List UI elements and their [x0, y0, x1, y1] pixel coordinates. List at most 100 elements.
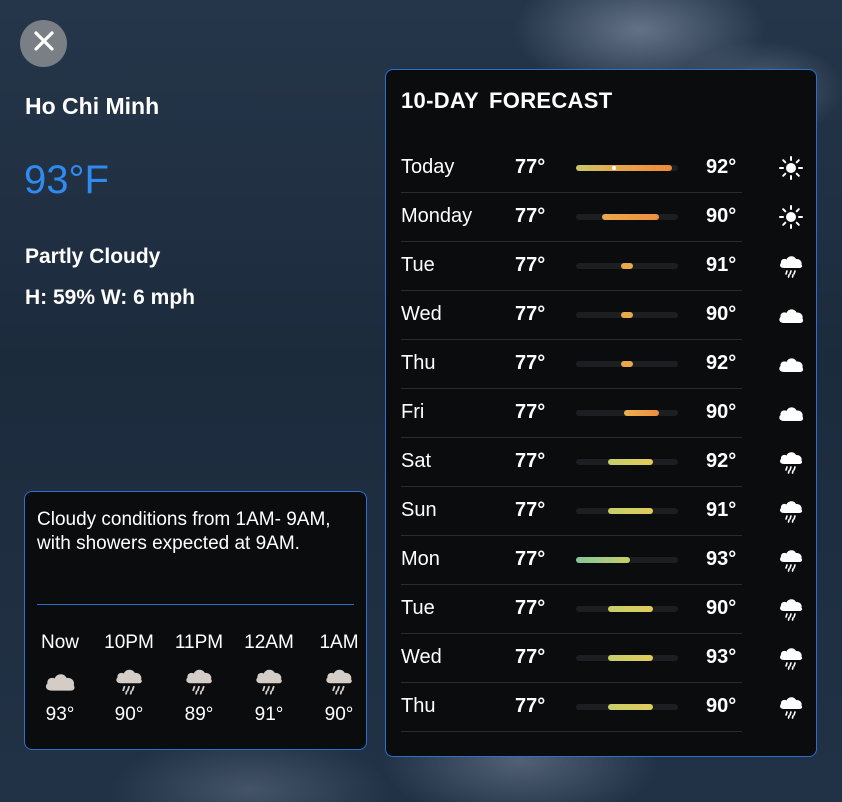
cloud-rain-icon: [309, 664, 369, 698]
hour-label: 10PM: [104, 632, 154, 653]
forecast-row[interactable]: Today 77° 92°: [401, 144, 803, 193]
day-name: Tue: [401, 597, 435, 619]
day-low: 77°: [515, 548, 546, 570]
day-name: Wed: [401, 303, 442, 325]
hour-label: 11PM: [174, 632, 224, 653]
close-button[interactable]: [20, 20, 67, 67]
day-low: 77°: [515, 695, 546, 717]
current-temperature: 93°F: [24, 158, 109, 202]
day-high: 92°: [706, 156, 737, 178]
hour-temp: 90°: [114, 704, 144, 725]
sun-icon: [776, 202, 806, 232]
day-name: Thu: [401, 695, 436, 717]
hour-label: Now: [40, 632, 79, 653]
day-high: 93°: [706, 548, 737, 570]
temperature-range-fill: [607, 508, 653, 514]
temperature-range-fill: [576, 557, 631, 563]
day-name: Monday: [401, 205, 473, 227]
temperature-range-fill: [607, 606, 653, 612]
cloud-rain-icon: [776, 692, 806, 722]
forecast-row[interactable]: Fri 77° 90°: [401, 389, 804, 438]
temperature-range-bar: [576, 459, 678, 465]
hourly-item: 11PM 89°: [169, 632, 229, 726]
hourly-item: 12AM 91°: [239, 632, 299, 726]
day-low: 77°: [515, 254, 546, 276]
day-low: 77°: [515, 499, 546, 521]
day-name: Mon: [401, 548, 440, 570]
hour-temp: 93°: [45, 704, 75, 725]
forecast-row[interactable]: Wed 77° 93°: [401, 634, 803, 683]
cloud-rain-icon: [776, 496, 806, 526]
temperature-range-bar: [576, 557, 678, 563]
cloud-icon: [30, 664, 90, 698]
temperature-range-bar: [576, 361, 678, 367]
day-low: 77°: [515, 156, 546, 178]
divider: [37, 604, 354, 605]
sun-icon: [776, 153, 806, 183]
temperature-range-fill: [620, 312, 634, 318]
day-low: 77°: [515, 646, 546, 668]
temperature-range-bar: [576, 508, 678, 514]
temperature-range-fill: [620, 263, 634, 269]
day-name: Wed: [401, 646, 442, 668]
temperature-range-fill: [607, 704, 653, 710]
day-low: 77°: [515, 401, 546, 423]
ten-day-forecast-card: 10-DAY FORECAST Today 77° 92° Monday 77° 90° T…: [385, 69, 817, 757]
temperature-range-fill: [601, 214, 659, 220]
hour-label: 12AM: [244, 632, 294, 653]
day-high: 91°: [706, 499, 737, 521]
temperature-range-fill: [620, 361, 634, 367]
current-condition: Partly Cloudy: [25, 245, 161, 268]
forecast-row[interactable]: Monday 77° 90°: [401, 193, 803, 242]
cloud-icon: [776, 398, 806, 428]
temperature-range-fill: [623, 410, 659, 416]
forecast-row[interactable]: Thu 77° 92°: [401, 340, 804, 389]
cloud-rain-icon: [776, 545, 806, 575]
day-name: Fri: [401, 401, 425, 423]
temperature-range-fill: [576, 165, 672, 171]
forecast-row[interactable]: Mon 77° 93°: [401, 536, 803, 585]
cloud-rain-icon: [169, 664, 229, 698]
day-low: 77°: [515, 303, 546, 325]
temperature-range-bar: [576, 214, 678, 220]
forecast-row[interactable]: Tue 77° 90°: [401, 585, 803, 634]
hour-temp: 89°: [184, 704, 214, 725]
hourly-forecast-card: Cloudy conditions from 1AM- 9AM, with sh…: [24, 491, 367, 750]
temperature-range-fill: [607, 459, 653, 465]
day-name: Sun: [401, 499, 437, 521]
cloud-rain-icon: [776, 447, 806, 477]
temperature-range-bar: [576, 410, 678, 416]
humidity-wind: H: 59% W: 6 mph: [25, 286, 195, 309]
forecast-row[interactable]: Wed 77° 90°: [401, 291, 804, 340]
day-name: Thu: [401, 352, 436, 374]
forecast-row[interactable]: Sat 77° 92°: [401, 438, 803, 487]
day-high: 92°: [706, 450, 737, 472]
temperature-range-bar: [576, 263, 678, 269]
close-icon: [32, 29, 56, 58]
cloud-rain-icon: [99, 664, 159, 698]
day-low: 77°: [515, 597, 546, 619]
temperature-range-bar: [576, 704, 678, 710]
row-divider: [401, 731, 742, 732]
day-low: 77°: [515, 450, 546, 472]
forecast-row[interactable]: Tue 77° 91°: [401, 242, 803, 291]
hourly-item: 10PM 90°: [99, 632, 159, 726]
forecast-row[interactable]: Sun 77° 91°: [401, 487, 803, 536]
day-high: 91°: [706, 254, 737, 276]
city-name: Ho Chi Minh: [25, 93, 160, 119]
forecast-row[interactable]: Thu 77° 90°: [401, 683, 803, 732]
day-name: Tue: [401, 254, 435, 276]
hour-label: 1AM: [319, 632, 359, 653]
day-high: 90°: [706, 205, 737, 227]
hourly-summary: Cloudy conditions from 1AM- 9AM, with sh…: [37, 509, 331, 554]
hour-temp: 91°: [254, 704, 284, 725]
cloud-rain-icon: [776, 594, 806, 624]
temperature-range-bar: [576, 312, 678, 318]
day-high: 90°: [706, 401, 737, 423]
temperature-range-fill: [607, 655, 653, 661]
day-high: 90°: [706, 303, 737, 325]
temperature-range-bar: [576, 606, 678, 612]
forecast-title: 10-DAY FORECAST: [401, 88, 613, 113]
cloud-rain-icon: [776, 251, 806, 281]
day-low: 77°: [515, 352, 546, 374]
